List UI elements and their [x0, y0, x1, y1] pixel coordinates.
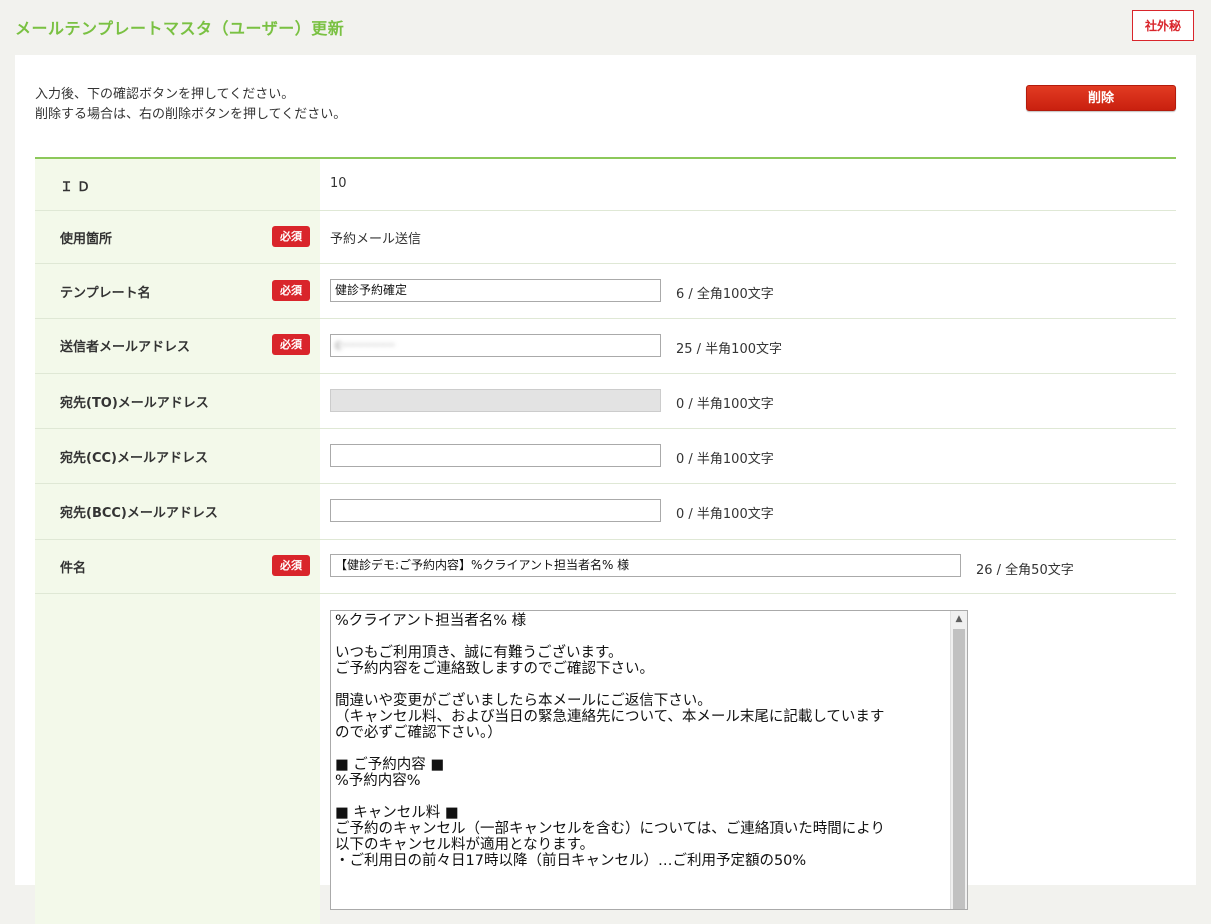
- cc-counter: 0 / 半角100文字: [676, 452, 774, 467]
- scroll-up-arrow-icon[interactable]: ▲: [951, 611, 967, 628]
- required-badge: 必須: [272, 280, 310, 301]
- row-sender: 送信者メールアドレス 必須 c·············· 25 / 半角100…: [35, 319, 1176, 374]
- required-badge: 必須: [272, 555, 310, 576]
- bcc-counter: 0 / 半角100文字: [676, 507, 774, 522]
- delete-button[interactable]: 削除: [1026, 85, 1176, 111]
- label-usage: 使用箇所: [60, 232, 113, 247]
- label-subject: 件名: [60, 561, 87, 576]
- sender-counter: 25 / 半角100文字: [676, 342, 782, 357]
- to-email-input: [330, 389, 661, 412]
- label-template-name: テンプレート名: [60, 286, 151, 301]
- instructions: 入力後、下の確認ボタンを押してください。 削除する場合は、右の削除ボタンを押して…: [35, 85, 346, 125]
- usage-value: 予約メール送信: [330, 232, 422, 247]
- label-id: ＩＤ: [60, 180, 95, 195]
- row-id: ＩＤ 10: [35, 159, 1176, 211]
- required-badge: 必須: [272, 334, 310, 355]
- template-name-input[interactable]: 健診予約確定: [330, 279, 661, 302]
- label-sender: 送信者メールアドレス: [60, 340, 191, 355]
- scroll-thumb[interactable]: [953, 629, 965, 909]
- row-usage: 使用箇所 必須 予約メール送信: [35, 211, 1176, 264]
- label-bcc: 宛先(BCC)メールアドレス: [60, 506, 218, 521]
- body-text: %クライアント担当者名% 様 いつもご利用頂き、誠に有難うございます。 ご予約内…: [335, 613, 885, 869]
- body-scrollbar[interactable]: ▲: [950, 611, 967, 909]
- subject-input[interactable]: 【健診デモ:ご予約内容】%クライアント担当者名% 様: [330, 554, 961, 577]
- template-form: ＩＤ 10 使用箇所 必須 予約メール送信 テンプレート名 必須 健診予約確定: [35, 157, 1176, 924]
- row-template-name: テンプレート名 必須 健診予約確定 6 / 全角100文字: [35, 264, 1176, 319]
- label-cc: 宛先(CC)メールアドレス: [60, 451, 208, 466]
- confidential-badge: 社外秘: [1132, 10, 1194, 41]
- row-subject: 件名 必須 【健診デモ:ご予約内容】%クライアント担当者名% 様 26 / 全角…: [35, 540, 1176, 594]
- row-bcc: 宛先(BCC)メールアドレス 0 / 半角100文字: [35, 484, 1176, 540]
- instruction-line-1: 入力後、下の確認ボタンを押してください。: [35, 87, 295, 102]
- bcc-email-input[interactable]: [330, 499, 661, 522]
- id-value: 10: [330, 176, 347, 191]
- sender-email-input[interactable]: c··············: [330, 334, 661, 357]
- header: メールテンプレートマスタ（ユーザー）更新 社外秘: [0, 0, 1211, 55]
- row-cc: 宛先(CC)メールアドレス 0 / 半角100文字: [35, 429, 1176, 484]
- sender-email-value: c··············: [335, 338, 395, 352]
- label-to: 宛先(TO)メールアドレス: [60, 396, 209, 411]
- instruction-line-2: 削除する場合は、右の削除ボタンを押してください。: [35, 107, 347, 122]
- subject-counter: 26 / 全角50文字: [976, 563, 1074, 578]
- body-textarea[interactable]: %クライアント担当者名% 様 いつもご利用頂き、誠に有難うございます。 ご予約内…: [330, 610, 968, 910]
- page-title: メールテンプレートマスタ（ユーザー）更新: [15, 19, 345, 38]
- main-panel: 入力後、下の確認ボタンを押してください。 削除する場合は、右の削除ボタンを押して…: [15, 55, 1196, 924]
- row-to: 宛先(TO)メールアドレス 0 / 半角100文字: [35, 374, 1176, 429]
- row-body: %クライアント担当者名% 様 いつもご利用頂き、誠に有難うございます。 ご予約内…: [35, 594, 1176, 924]
- cc-email-input[interactable]: [330, 444, 661, 467]
- to-counter: 0 / 半角100文字: [676, 397, 774, 412]
- required-badge: 必須: [272, 226, 310, 247]
- template-name-counter: 6 / 全角100文字: [676, 287, 774, 302]
